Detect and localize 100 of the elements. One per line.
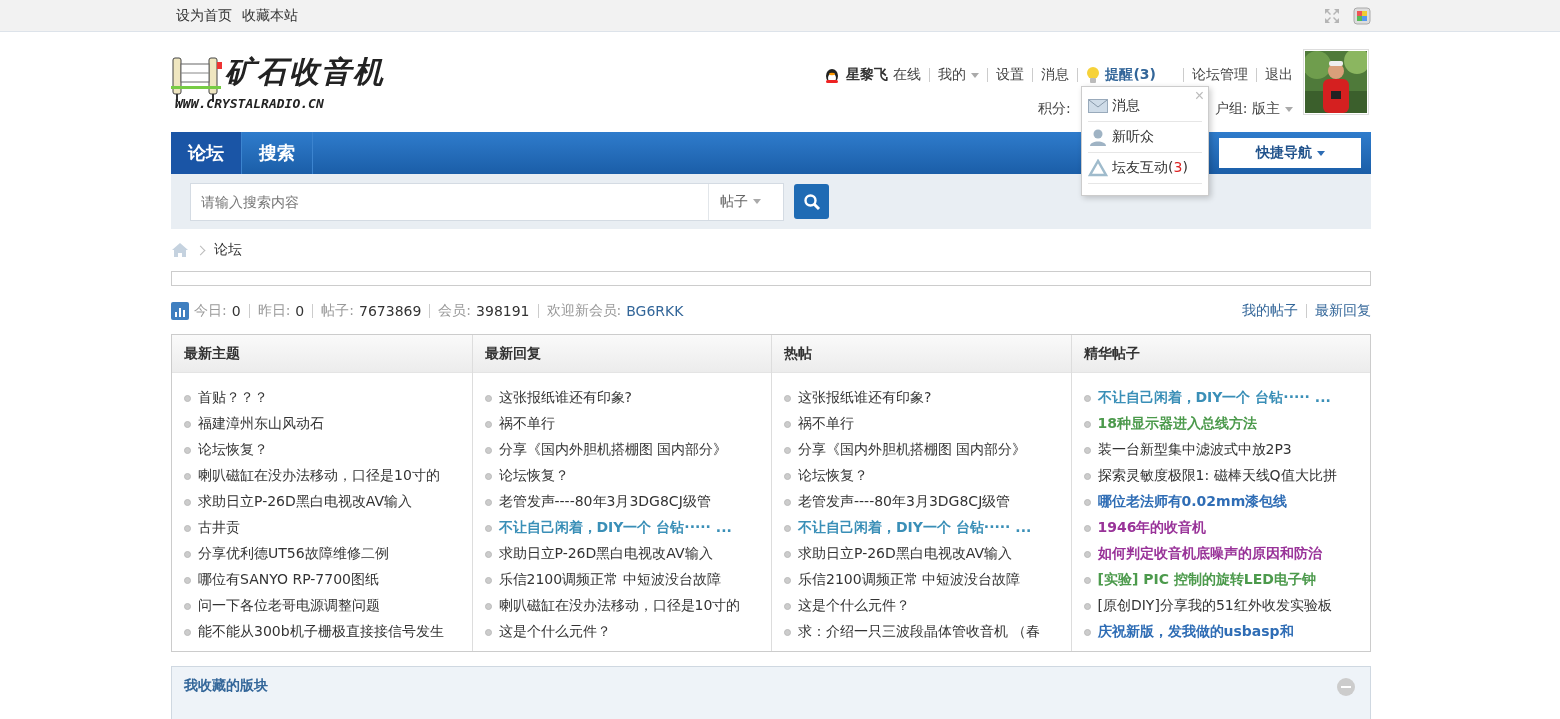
- bullet-icon: [184, 524, 191, 532]
- thread-link[interactable]: [原创DIY]分享我的51红外收发实验板: [1097, 597, 1332, 615]
- bullet-icon: [484, 446, 492, 454]
- thread-link[interactable]: 老管发声----80年3月3DG8CJ级管: [798, 493, 1011, 511]
- reminder-item[interactable]: 新听众: [1088, 122, 1202, 153]
- user-menu-link[interactable]: 我的: [938, 66, 980, 84]
- thread-link[interactable]: 喇叭磁缸在没办法移动，口径是10寸的: [498, 597, 741, 615]
- thread-link[interactable]: 古井贡: [198, 519, 240, 537]
- bullet-icon: [184, 446, 191, 454]
- logo-title: 矿石收音机: [225, 53, 385, 90]
- breadcrumb-link[interactable]: 论坛: [214, 241, 242, 259]
- thread-link[interactable]: 不让自己闲着，DIY一个 台钻····· ...: [798, 519, 1032, 537]
- nav-tab[interactable]: 论坛: [171, 132, 242, 174]
- points-label: 积分:: [1038, 100, 1071, 118]
- bullet-icon: [1083, 394, 1091, 402]
- thread-link[interactable]: 福建漳州东山风动石: [198, 415, 324, 433]
- lightbulb-icon: [1086, 66, 1101, 84]
- bullet-icon: [484, 498, 492, 506]
- user-link[interactable]: 论坛管理: [1192, 66, 1248, 84]
- thread-link[interactable]: 论坛恢复？: [198, 441, 268, 459]
- collapse-icon[interactable]: [1336, 677, 1356, 697]
- user-group-link[interactable]: 户组: 版主: [1214, 100, 1293, 118]
- user-link[interactable]: 退出: [1265, 66, 1293, 84]
- thread-link[interactable]: 老管发声----80年3月3DG8CJ级管: [498, 493, 711, 511]
- thread-link[interactable]: 1946年的收音机: [1097, 519, 1207, 537]
- thread-link[interactable]: 首贴？？？: [198, 389, 268, 407]
- thread-link[interactable]: 分享《国内外胆机搭棚图 国内部分》: [798, 441, 1027, 459]
- thread-link[interactable]: 这张报纸谁还有印象?: [498, 389, 632, 407]
- stat-value: 398191: [476, 303, 530, 319]
- user-menu-link[interactable]: 设置: [996, 66, 1025, 84]
- thread-link[interactable]: 分享《国内外胆机搭棚图 国内部分》: [498, 441, 727, 459]
- member-link[interactable]: BG6RKK: [626, 303, 684, 319]
- bullet-icon: [784, 576, 791, 584]
- stats-link[interactable]: 最新回复: [1315, 302, 1371, 320]
- thread-link[interactable]: 论坛恢复？: [798, 467, 868, 485]
- bullet-icon: [484, 628, 492, 636]
- search-icon: [802, 192, 821, 211]
- search-field[interactable]: 请输入搜索内容 帖子: [190, 182, 784, 221]
- top-link[interactable]: 设为首页: [176, 6, 232, 25]
- reminder-item[interactable]: 坛友互动(3): [1088, 153, 1202, 184]
- stat-value: 0: [295, 303, 305, 319]
- thread-link[interactable]: 祸不单行: [798, 415, 854, 433]
- thread-link[interactable]: 分享优利德UT56故障维修二例: [198, 545, 389, 563]
- username-link[interactable]: 星黎飞: [846, 66, 889, 84]
- bullet-icon: [484, 394, 492, 402]
- palette-icon[interactable]: [1353, 6, 1371, 25]
- bullet-icon: [784, 602, 791, 610]
- column-header: 精华帖子: [1071, 335, 1370, 373]
- bullet-icon: [184, 576, 191, 584]
- thread-link[interactable]: 求助日立P-26D黑白电视改AV输入: [198, 493, 413, 511]
- fullscreen-icon[interactable]: [1323, 6, 1341, 25]
- search-button[interactable]: [794, 184, 829, 219]
- thread-link[interactable]: 乐信2100调频正常 中短波没台故障: [798, 571, 1021, 589]
- thread-link[interactable]: 论坛恢复？: [498, 467, 569, 485]
- thread-link[interactable]: 不让自己闲着，DIY一个 台钻····· ...: [1097, 389, 1331, 407]
- stat-label: 帖子:: [321, 302, 354, 320]
- thread-link[interactable]: 能不能从300b机子栅极直接接信号发生: [198, 623, 444, 641]
- bullet-icon: [784, 550, 791, 558]
- bullet-icon: [784, 498, 791, 506]
- bullet-icon: [484, 576, 492, 584]
- bullet-icon: [484, 550, 492, 558]
- bullet-icon: [184, 628, 191, 636]
- top-link[interactable]: 收藏本站: [242, 6, 298, 25]
- thread-link[interactable]: 庆祝新版，发我做的usbasp和: [1097, 623, 1294, 641]
- stats-link[interactable]: 我的帖子: [1242, 302, 1298, 320]
- bullet-icon: [1083, 498, 1091, 506]
- bullet-icon: [784, 446, 791, 454]
- bullet-icon: [1083, 472, 1091, 480]
- bullet-icon: [484, 524, 492, 532]
- stat-label: 欢迎新会员:: [546, 302, 622, 320]
- bullet-icon: [1083, 420, 1091, 428]
- online-status: 在线: [893, 66, 922, 84]
- bullet-icon: [484, 420, 492, 428]
- column-header: 最新主题: [172, 335, 472, 373]
- quick-nav-button[interactable]: 快捷导航: [1219, 138, 1361, 168]
- thread-link[interactable]: 装一台新型集中滤波式中放2P3: [1097, 441, 1292, 459]
- thread-link[interactable]: 如何判定收音机底噪声的原因和防治: [1097, 545, 1322, 563]
- stat-value: 0: [231, 303, 241, 319]
- thread-link[interactable]: 哪位有SANYO RP-7700图纸: [198, 571, 379, 589]
- thread-link[interactable]: 这张报纸谁还有印象?: [798, 389, 932, 407]
- thread-link[interactable]: 求助日立P-26D黑白电视改AV输入: [798, 545, 1013, 563]
- thread-link[interactable]: 不让自己闲着，DIY一个 台钻····· ...: [498, 519, 732, 537]
- bullet-icon: [484, 472, 492, 480]
- thread-link[interactable]: 祸不单行: [498, 415, 555, 433]
- thread-link[interactable]: 喇叭磁缸在没办法移动，口径是10寸的: [198, 467, 440, 485]
- thread-link[interactable]: 问一下各位老哥电源调整问题: [198, 597, 380, 615]
- thread-link[interactable]: 乐信2100调频正常 中短波没台故障: [498, 571, 721, 589]
- reminder-link[interactable]: 提醒(3): [1105, 66, 1156, 84]
- thread-link[interactable]: 求助日立P-26D黑白电视改AV输入: [498, 545, 713, 563]
- thread-link[interactable]: 哪位老法师有0.02mm漆包线: [1097, 493, 1288, 511]
- bullet-icon: [1083, 628, 1091, 636]
- logo-url: WWW.CRYSTALRADIO.CN: [175, 95, 325, 111]
- thread-link[interactable]: 这是个什么元件？: [798, 597, 910, 615]
- user-menu-link[interactable]: 消息: [1041, 66, 1070, 84]
- envelope-icon: [1088, 99, 1108, 113]
- panel-title: 我收藏的版块: [184, 677, 268, 695]
- home-icon[interactable]: [171, 242, 189, 258]
- thread-link[interactable]: 这是个什么元件？: [498, 623, 611, 641]
- thread-link[interactable]: 求：介绍一只三波段晶体管收音机 （春: [798, 623, 1041, 641]
- thread-link[interactable]: 探索灵敏度极限1: 磁棒天线Q值大比拼: [1097, 467, 1337, 485]
